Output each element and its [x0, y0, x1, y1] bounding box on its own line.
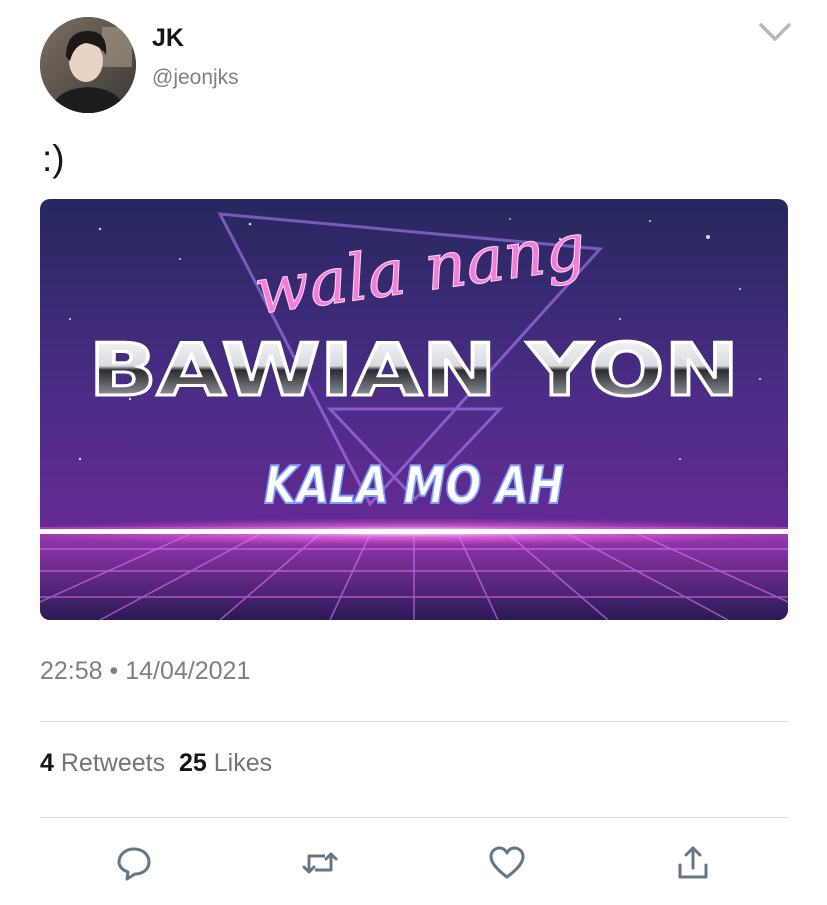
retweets-label: Retweets — [60, 749, 166, 777]
likes-stat[interactable]: 25 Likes — [179, 749, 272, 777]
media-text-line3: KALA MO AH — [264, 456, 564, 516]
tweet-date: 14/04/2021 — [125, 657, 251, 685]
retweet-button[interactable] — [300, 843, 340, 883]
retweets-count: 4 — [40, 749, 54, 777]
tweet-media[interactable]: wala nang BAWIAN YON KALA MO AH — [40, 199, 788, 620]
avatar-image — [40, 17, 136, 113]
likes-label: Likes — [213, 749, 273, 777]
user-handle[interactable]: @jeonjks — [152, 66, 239, 90]
divider-top — [40, 721, 788, 722]
retweet-icon — [302, 852, 338, 874]
share-icon — [678, 846, 708, 879]
avatar[interactable] — [40, 17, 136, 113]
share-button[interactable] — [673, 843, 713, 883]
media-image: wala nang BAWIAN YON KALA MO AH — [40, 199, 788, 620]
likes-count: 25 — [178, 749, 207, 777]
display-name[interactable]: JK — [152, 24, 184, 53]
tweet-text: :) — [42, 138, 65, 179]
chevron-down-icon[interactable] — [757, 20, 793, 44]
retweets-stat[interactable]: 4 Retweets — [40, 749, 165, 777]
tweet-timestamp[interactable]: 22:58 • 14/04/2021 — [40, 657, 250, 686]
reply-icon — [117, 847, 151, 881]
like-button[interactable] — [487, 843, 527, 883]
timestamp-separator: • — [109, 657, 119, 685]
reply-button[interactable] — [114, 843, 154, 883]
divider-bottom — [40, 817, 788, 818]
tweet-time: 22:58 — [40, 657, 103, 685]
heart-icon — [489, 846, 525, 879]
engagement-stats: 4 Retweets 25 Likes — [40, 749, 272, 778]
media-text-line2: BAWIAN YON — [89, 328, 739, 412]
